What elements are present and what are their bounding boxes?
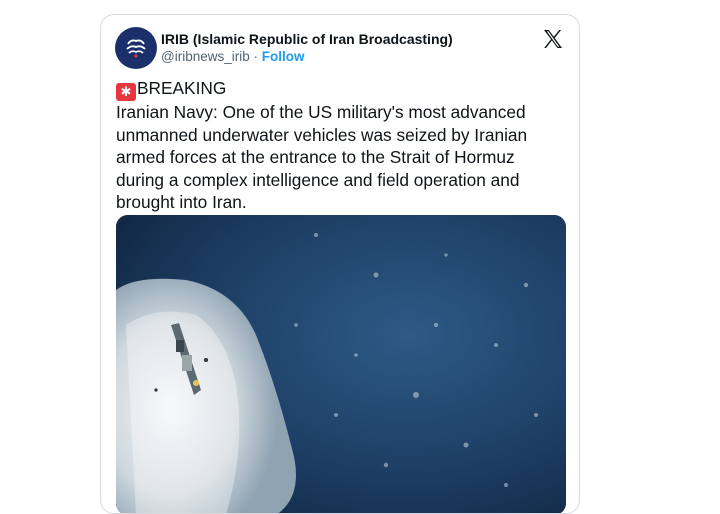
handle-row: @iribnews_irib · Follow bbox=[161, 49, 305, 64]
tweet-body: Iranian Navy: One of the US military's m… bbox=[116, 102, 528, 212]
breaking-line: ✱ BREAKING bbox=[116, 77, 566, 101]
tweet-card[interactable]: IRIB (Islamic Republic of Iran Broadcast… bbox=[100, 14, 580, 514]
siren-icon: ✱ bbox=[116, 83, 136, 101]
follow-button[interactable]: Follow bbox=[262, 49, 305, 64]
tweet-text: ✱ BREAKING Iranian Navy: One of the US mi… bbox=[116, 77, 566, 214]
author-handle[interactable]: @iribnews_irib bbox=[161, 49, 250, 64]
ship-at-sea-photo bbox=[116, 215, 566, 513]
irib-logo-icon[interactable] bbox=[115, 27, 157, 69]
tweet-media-image[interactable] bbox=[116, 215, 566, 513]
irib-logo-glyph bbox=[122, 34, 150, 62]
separator-dot: · bbox=[253, 49, 259, 64]
x-logo-icon[interactable] bbox=[541, 27, 565, 51]
breaking-label: BREAKING bbox=[137, 78, 227, 98]
author-name[interactable]: IRIB (Islamic Republic of Iran Broadcast… bbox=[161, 31, 453, 47]
